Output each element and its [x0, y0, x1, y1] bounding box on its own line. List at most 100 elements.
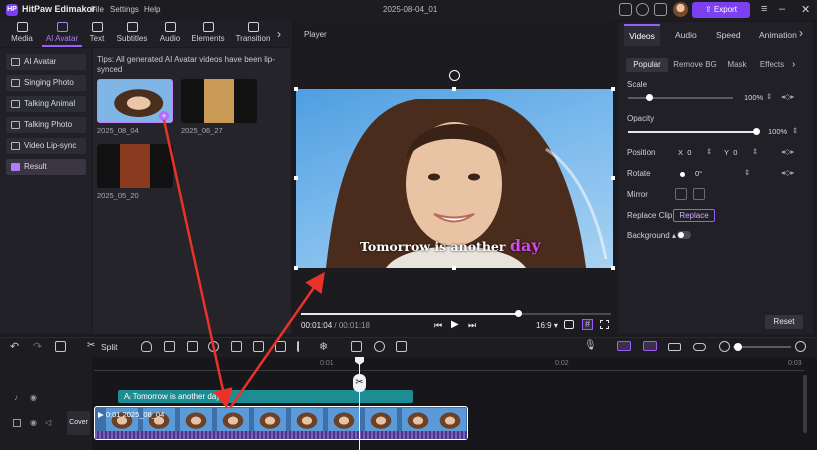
resize-handle[interactable]	[452, 266, 456, 270]
zoom-out-icon[interactable]	[719, 341, 730, 352]
tab-transition[interactable]: Transition	[233, 22, 273, 43]
position-keyframe-icon[interactable]: ◂◇▸	[781, 147, 794, 156]
subtab-popular[interactable]: Popular	[626, 58, 668, 72]
delete-icon[interactable]	[55, 341, 66, 352]
playback-progress-knob[interactable]	[515, 310, 522, 317]
redo-icon[interactable]: ↷	[33, 340, 42, 353]
scale-value[interactable]: 100%	[744, 93, 763, 102]
link-icon[interactable]	[643, 341, 657, 351]
opacity-slider[interactable]	[628, 131, 757, 133]
opacity-stepper-icon[interactable]: ⇕	[792, 126, 798, 135]
result-thumbnail[interactable]	[97, 144, 173, 188]
crop-icon[interactable]	[231, 341, 242, 352]
rotate-value[interactable]: 0°	[695, 169, 702, 178]
scale-keyframe-icon[interactable]: ◂◇▸	[781, 92, 794, 101]
minimize-icon[interactable]: –	[779, 3, 785, 15]
sidebar-item-video-lip-sync[interactable]: Video Lip-sync	[6, 138, 86, 154]
download-icon[interactable]	[636, 3, 649, 16]
transform-icon[interactable]	[253, 341, 264, 352]
add-to-timeline-icon[interactable]: +	[159, 111, 169, 121]
gift-icon[interactable]	[654, 3, 667, 16]
snap-icon[interactable]	[617, 341, 631, 351]
aspect-ratio-select[interactable]: 16:9 ▾	[536, 321, 558, 330]
resize-handle[interactable]	[611, 87, 615, 91]
menu-file[interactable]: File	[91, 5, 104, 14]
microphone-icon[interactable]: 🎙	[584, 340, 597, 351]
reset-button[interactable]: Reset	[765, 315, 803, 329]
tab-ai-avatar[interactable]: AI Avatar	[42, 22, 82, 43]
mirror-horizontal-icon[interactable]	[675, 188, 687, 200]
video-track-visibility-icon[interactable]: ◉	[30, 418, 37, 427]
track-lock-icon[interactable]	[13, 419, 21, 427]
align-icon[interactable]	[668, 343, 681, 351]
timeline-scrollbar[interactable]	[803, 375, 807, 433]
export-button[interactable]: ⇪ Export	[692, 2, 750, 18]
zoom-slider-knob[interactable]	[734, 343, 742, 351]
user-avatar[interactable]	[673, 2, 688, 17]
sidebar-item-result[interactable]: Result	[6, 159, 86, 175]
scale-stepper-icon[interactable]: ⇕	[766, 92, 772, 101]
freeze-icon[interactable]: ❄	[319, 340, 328, 353]
tab-videos[interactable]: Videos	[624, 24, 660, 46]
split-icon[interactable]: ✂	[87, 340, 95, 351]
opacity-slider-knob[interactable]	[753, 128, 760, 135]
track-settings-icon[interactable]: ♪	[14, 393, 18, 402]
adjust-icon[interactable]	[297, 341, 308, 352]
play-icon[interactable]: ▶	[451, 319, 459, 330]
scale-slider-knob[interactable]	[646, 94, 653, 101]
video-caption[interactable]: Tomorrow is another day	[360, 236, 541, 255]
tab-text[interactable]: Text	[77, 22, 117, 43]
sidebar-item-talking-animal[interactable]: Talking Animal	[6, 96, 86, 112]
resize-handle[interactable]	[611, 266, 615, 270]
cover-button[interactable]: Cover	[67, 411, 90, 435]
track-visibility-icon[interactable]: ◉	[30, 393, 37, 402]
shield-icon[interactable]	[141, 341, 152, 352]
text-tool-icon[interactable]	[164, 341, 175, 352]
subtabs-next-chevron-icon[interactable]: ›	[792, 59, 795, 70]
window-layout-icon[interactable]	[619, 3, 632, 16]
tab-speed[interactable]: Speed	[716, 30, 741, 40]
sidebar-item-singing-photo[interactable]: Singing Photo	[6, 75, 86, 91]
tab-media[interactable]: Media	[2, 22, 42, 43]
text-to-speech-icon[interactable]	[351, 341, 362, 352]
sidebar-item-ai-avatar[interactable]: AI Avatar	[6, 54, 86, 70]
menu-settings[interactable]: Settings	[110, 5, 139, 14]
avatar-tool-icon[interactable]	[374, 341, 385, 352]
undo-icon[interactable]: ↶	[10, 340, 19, 353]
resize-handle[interactable]	[294, 87, 298, 91]
speed-icon[interactable]	[208, 341, 219, 352]
resize-handle[interactable]	[611, 176, 615, 180]
result-thumbnail[interactable]	[181, 79, 257, 123]
background-toggle[interactable]	[677, 231, 691, 239]
grid-icon[interactable]: #	[582, 319, 593, 330]
tab-elements[interactable]: Elements	[188, 22, 228, 43]
crop-ratio-icon[interactable]	[187, 341, 198, 352]
scissor-icon[interactable]: ✂	[353, 374, 366, 392]
playhead-line[interactable]	[359, 357, 360, 450]
rotate-dial-icon[interactable]	[680, 172, 685, 177]
replace-button[interactable]: Replace	[673, 209, 715, 222]
tabs-next-chevron-icon[interactable]: ›	[277, 27, 281, 41]
resize-tool-icon[interactable]	[275, 341, 286, 352]
tab-animation[interactable]: Animation	[759, 30, 797, 40]
sidebar-item-talking-photo[interactable]: Talking Photo	[6, 117, 86, 133]
snapshot-icon[interactable]	[564, 320, 574, 329]
subtab-remove-bg[interactable]: Remove BG	[672, 58, 718, 72]
previous-frame-icon[interactable]: ⏮	[434, 320, 442, 331]
rotate-handle-icon[interactable]	[449, 70, 460, 81]
props-tabs-next-chevron-icon[interactable]: ›	[799, 26, 803, 40]
menu-help[interactable]: Help	[144, 5, 160, 14]
tab-audio[interactable]: Audio	[150, 22, 190, 43]
fullscreen-icon[interactable]	[600, 320, 609, 329]
y-stepper-icon[interactable]: ⇕	[752, 147, 758, 156]
resize-handle[interactable]	[294, 266, 298, 270]
x-stepper-icon[interactable]: ⇕	[706, 147, 712, 156]
export-clip-icon[interactable]	[396, 341, 407, 352]
scale-slider[interactable]	[628, 97, 733, 99]
menu-icon[interactable]: ≡	[761, 3, 767, 15]
rotate-stepper-icon[interactable]: ⇕	[744, 168, 750, 177]
subtab-mask[interactable]: Mask	[723, 58, 751, 72]
close-icon[interactable]: ✕	[801, 3, 810, 16]
tab-audio-props[interactable]: Audio	[675, 30, 697, 40]
position-y-field[interactable]: Y 0	[724, 148, 737, 157]
